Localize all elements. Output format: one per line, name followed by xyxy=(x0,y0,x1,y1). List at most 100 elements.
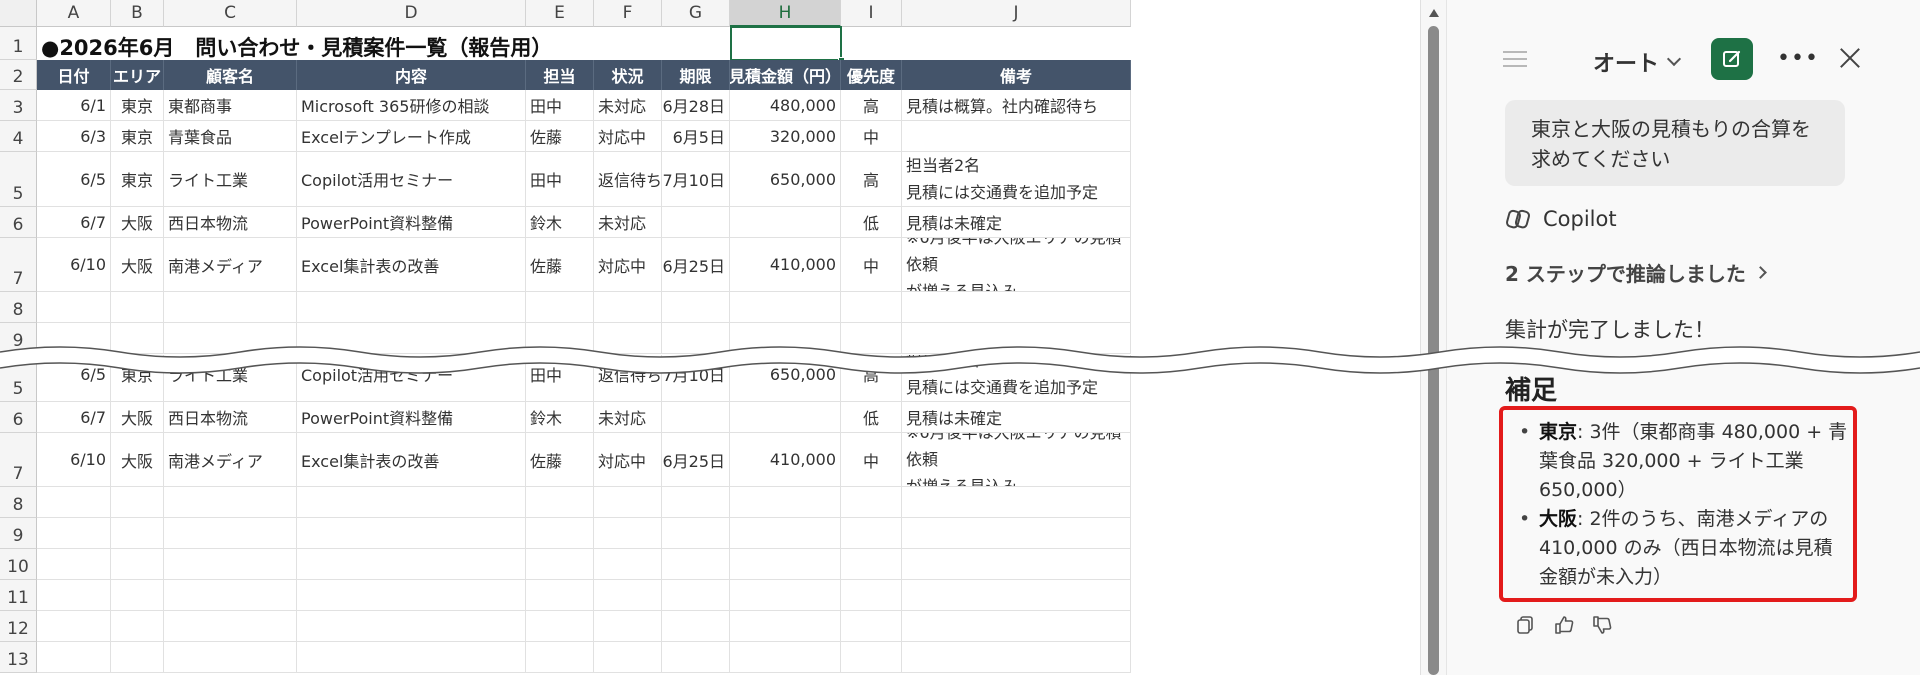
empty-cell[interactable] xyxy=(841,580,902,611)
menu-icon[interactable] xyxy=(1503,51,1527,67)
cell-due[interactable]: 7月10日 xyxy=(662,152,730,207)
row-header[interactable]: 2 xyxy=(0,60,37,90)
cell-note[interactable]: 見積は未確定 xyxy=(902,207,1131,238)
col-header-f[interactable]: F xyxy=(594,0,662,27)
empty-cell[interactable] xyxy=(594,518,662,549)
row-header[interactable]: 12 xyxy=(0,611,37,642)
cell-note[interactable]: ※6月後半は大阪エリアの見積依頼 が増える見込み xyxy=(902,433,1131,487)
selected-cell-h1[interactable] xyxy=(730,26,845,64)
cell-content[interactable]: Excel集計表の改善 xyxy=(297,238,526,292)
empty-cell[interactable] xyxy=(902,323,1131,354)
empty-cell[interactable] xyxy=(594,487,662,518)
col-header-e[interactable]: E xyxy=(526,0,594,27)
empty-cell[interactable] xyxy=(662,487,730,518)
empty-cell[interactable] xyxy=(297,580,526,611)
empty-cell[interactable] xyxy=(164,323,297,354)
empty-cell[interactable] xyxy=(111,611,164,642)
empty-cell[interactable] xyxy=(730,642,841,673)
cell-customer[interactable]: ライト工業 xyxy=(164,355,297,402)
close-icon[interactable] xyxy=(1839,47,1861,69)
cell-priority[interactable]: 高 xyxy=(841,90,902,121)
row-header[interactable]: 1 xyxy=(0,27,37,60)
empty-cell[interactable] xyxy=(730,611,841,642)
empty-cell[interactable] xyxy=(111,642,164,673)
empty-cell[interactable] xyxy=(526,292,594,323)
empty-cell[interactable] xyxy=(662,580,730,611)
empty-cell[interactable] xyxy=(594,323,662,354)
empty-cell[interactable] xyxy=(841,549,902,580)
row-header[interactable]: 13 xyxy=(0,642,37,673)
cell-amount[interactable]: 480,000 xyxy=(730,90,841,121)
empty-cell[interactable] xyxy=(526,611,594,642)
empty-cell[interactable] xyxy=(662,292,730,323)
empty-cell[interactable] xyxy=(594,611,662,642)
empty-cell[interactable] xyxy=(37,549,111,580)
header-priority[interactable]: 優先度 xyxy=(841,60,902,90)
empty-cell[interactable] xyxy=(730,549,841,580)
empty-cell[interactable] xyxy=(37,292,111,323)
row-header[interactable]: 6 xyxy=(0,207,37,238)
cell-owner[interactable]: 田中 xyxy=(526,152,594,207)
cell-area[interactable]: 大阪 xyxy=(111,402,164,433)
cell-area[interactable]: 大阪 xyxy=(111,433,164,487)
cell-content[interactable]: Copilot活用セミナー xyxy=(297,355,526,402)
row-header[interactable]: 8 xyxy=(0,487,37,518)
empty-cell[interactable] xyxy=(111,518,164,549)
empty-cell[interactable] xyxy=(902,580,1131,611)
empty-cell[interactable] xyxy=(526,518,594,549)
empty-cell[interactable] xyxy=(841,611,902,642)
cell-amount[interactable]: 650,000 xyxy=(730,355,841,402)
cell-priority[interactable]: 高 xyxy=(841,355,902,402)
row-header[interactable]: 5 xyxy=(0,355,37,402)
empty-cell[interactable] xyxy=(297,549,526,580)
cell-status[interactable]: 未対応 xyxy=(594,207,662,238)
cell-owner[interactable]: 佐藤 xyxy=(526,121,594,152)
cell-due[interactable]: 6月25日 xyxy=(662,433,730,487)
cell-priority[interactable]: 低 xyxy=(841,207,902,238)
cell-amount[interactable]: 410,000 xyxy=(730,238,841,292)
empty-cell[interactable] xyxy=(841,642,902,673)
copy-icon[interactable] xyxy=(1515,614,1537,636)
cell-due[interactable]: 6月25日 xyxy=(662,238,730,292)
cell-date[interactable]: 6/7 xyxy=(37,402,111,433)
empty-cell[interactable] xyxy=(111,549,164,580)
cell-due[interactable]: 6月28日 xyxy=(662,90,730,121)
cell-area[interactable]: 大阪 xyxy=(111,207,164,238)
cell-due[interactable] xyxy=(662,402,730,433)
header-content[interactable]: 内容 xyxy=(297,60,526,90)
row-header[interactable]: 9 xyxy=(0,518,37,549)
empty-cell[interactable] xyxy=(111,292,164,323)
empty-cell[interactable] xyxy=(297,518,526,549)
row-header[interactable]: 6 xyxy=(0,402,37,433)
cell-priority[interactable]: 中 xyxy=(841,433,902,487)
empty-cell[interactable] xyxy=(297,292,526,323)
col-header-g[interactable]: G xyxy=(662,0,730,27)
empty-cell[interactable] xyxy=(164,580,297,611)
cell-note[interactable]: 担当者2名 見積には交通費を追加予定 xyxy=(902,152,1131,207)
cell-content[interactable]: PowerPoint資料整備 xyxy=(297,207,526,238)
cell-content[interactable]: PowerPoint資料整備 xyxy=(297,402,526,433)
cell-content[interactable]: Microsoft 365研修の相談 xyxy=(297,90,526,121)
cell-customer[interactable]: 西日本物流 xyxy=(164,207,297,238)
empty-cell[interactable] xyxy=(526,487,594,518)
cell-owner[interactable]: 鈴木 xyxy=(526,207,594,238)
header-due[interactable]: 期限 xyxy=(662,60,730,90)
empty-cell[interactable] xyxy=(111,323,164,354)
cell-content[interactable]: Excel集計表の改善 xyxy=(297,433,526,487)
cell-customer[interactable]: 西日本物流 xyxy=(164,402,297,433)
cell-area[interactable]: 東京 xyxy=(111,355,164,402)
row-header[interactable]: 11 xyxy=(0,580,37,611)
cell-owner[interactable]: 佐藤 xyxy=(526,433,594,487)
empty-cell[interactable] xyxy=(164,518,297,549)
cell-content[interactable]: Excelテンプレート作成 xyxy=(297,121,526,152)
col-header-j[interactable]: J xyxy=(902,0,1131,27)
col-header-a[interactable]: A xyxy=(37,0,111,27)
select-all-corner[interactable] xyxy=(0,0,37,27)
cell-status[interactable]: 返信待ち xyxy=(594,355,662,402)
empty-cell[interactable] xyxy=(594,580,662,611)
cell-note[interactable]: 担当者2名 見積には交通費を追加予定 xyxy=(902,355,1131,402)
scrollbar-thumb[interactable] xyxy=(1428,26,1439,675)
empty-cell[interactable] xyxy=(902,642,1131,673)
empty-cell[interactable] xyxy=(111,580,164,611)
empty-cell[interactable] xyxy=(841,323,902,354)
